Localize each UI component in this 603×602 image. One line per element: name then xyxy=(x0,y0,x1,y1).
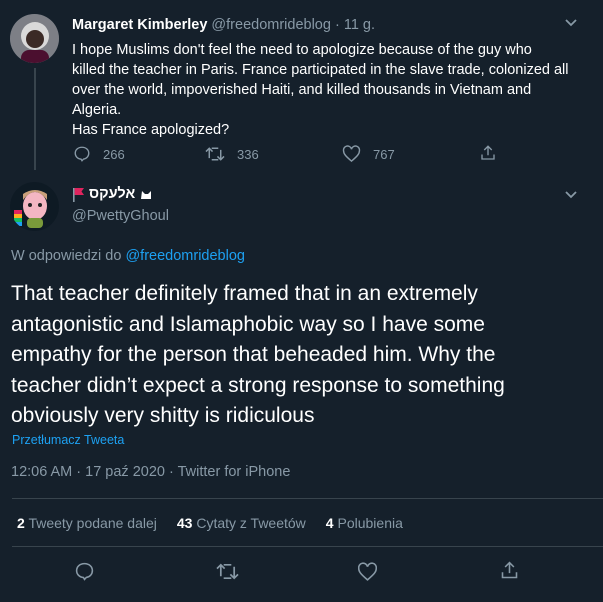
like-count: 767 xyxy=(373,146,395,162)
likes-stat[interactable]: 4 Polubienia xyxy=(326,515,403,531)
text-line: I hope Muslims don't feel the need to ap… xyxy=(72,42,532,58)
avatar-image xyxy=(10,14,59,63)
replying-to-prefix: W odpowiedzi do xyxy=(11,248,122,264)
text-line: antagonistic and Islamaphobic way so I h… xyxy=(11,312,485,336)
main-avatar[interactable] xyxy=(10,182,59,231)
retweet-count: 336 xyxy=(237,146,259,162)
parent-header: Margaret Kimberley @freedomrideblog · 11… xyxy=(72,17,375,33)
chevron-down-icon xyxy=(565,191,577,199)
likes-label: Polubienia xyxy=(337,515,403,531)
divider xyxy=(12,546,603,547)
more-options-button[interactable] xyxy=(564,18,578,28)
parent-time[interactable]: 11 g. xyxy=(344,17,375,33)
share-action[interactable] xyxy=(479,144,497,162)
reply-count: 266 xyxy=(103,146,125,162)
parent-tweet-text: I hope Muslims don't feel the need to ap… xyxy=(72,40,597,140)
main-display-name[interactable]: אלעקס xyxy=(89,186,135,202)
avatar-image xyxy=(10,182,59,231)
like-button[interactable] xyxy=(357,562,378,582)
quotes-stat[interactable]: 43 Cytaty z Tweetów xyxy=(177,515,306,531)
replying-to-handle[interactable]: @freedomrideblog xyxy=(125,248,245,264)
retweets-stat[interactable]: 2 Tweety podane dalej xyxy=(17,515,157,531)
likes-number: 4 xyxy=(325,515,334,531)
chevron-down-icon xyxy=(565,19,577,27)
text-line: Algeria. xyxy=(72,102,122,118)
reply-action[interactable]: 266 xyxy=(73,145,125,163)
share-button[interactable] xyxy=(499,560,520,581)
quotes-label: Cytaty z Tweetów xyxy=(196,515,306,531)
text-line: empathy for the person that beheaded him… xyxy=(11,343,496,366)
share-icon xyxy=(481,145,495,160)
text-line: Has France apologized? xyxy=(72,122,230,138)
share-icon xyxy=(501,561,518,579)
divider xyxy=(12,498,603,499)
parent-handle[interactable]: @freedomrideblog xyxy=(211,17,331,33)
reply-button[interactable] xyxy=(74,561,95,582)
retweet-icon xyxy=(216,563,239,580)
retweet-button[interactable] xyxy=(216,561,239,582)
quotes-number: 43 xyxy=(176,515,193,531)
retweet-action[interactable]: 336 xyxy=(205,145,259,163)
text-line: over the world, impoverished Haiti, and … xyxy=(72,82,532,98)
text-line: teacher didn’t expect a strong response … xyxy=(11,373,505,397)
cat-emoji-icon xyxy=(141,191,152,199)
heart-icon xyxy=(342,145,361,163)
tweet-timestamp[interactable]: 12:06 AM · 17 paź 2020 · Twitter for iPh… xyxy=(11,464,290,480)
retweets-label: Tweety podane dalej xyxy=(28,515,157,531)
translate-tweet-link[interactable]: Przetłumacz Tweeta xyxy=(12,433,124,447)
thread-line xyxy=(34,68,36,170)
tweet-stats: 2 Tweety podane dalej 43 Cytaty z Tweetó… xyxy=(17,515,403,531)
heart-icon xyxy=(357,562,378,581)
text-line: obviously very shitty is ridiculous xyxy=(11,404,315,427)
header-separator: · xyxy=(334,17,340,33)
reply-icon xyxy=(75,562,94,581)
replying-to: W odpowiedzi do @freedomrideblog xyxy=(11,248,245,264)
main-handle[interactable]: @PwettyGhoul xyxy=(72,208,169,224)
red-flag-icon xyxy=(73,187,84,202)
retweets-number: 2 xyxy=(17,515,25,531)
like-action[interactable]: 767 xyxy=(342,145,395,163)
main-header: אלעקס xyxy=(72,186,153,202)
parent-display-name[interactable]: Margaret Kimberley xyxy=(72,17,207,33)
text-line: killed the teacher in Paris. France part… xyxy=(72,62,569,78)
retweet-icon xyxy=(205,147,225,161)
main-tweet-text: That teacher definitely framed that in a… xyxy=(11,279,601,432)
more-options-button[interactable] xyxy=(564,190,578,200)
reply-icon xyxy=(74,146,90,162)
parent-avatar[interactable] xyxy=(10,14,59,63)
text-line: That teacher definitely framed that in a… xyxy=(11,282,478,305)
